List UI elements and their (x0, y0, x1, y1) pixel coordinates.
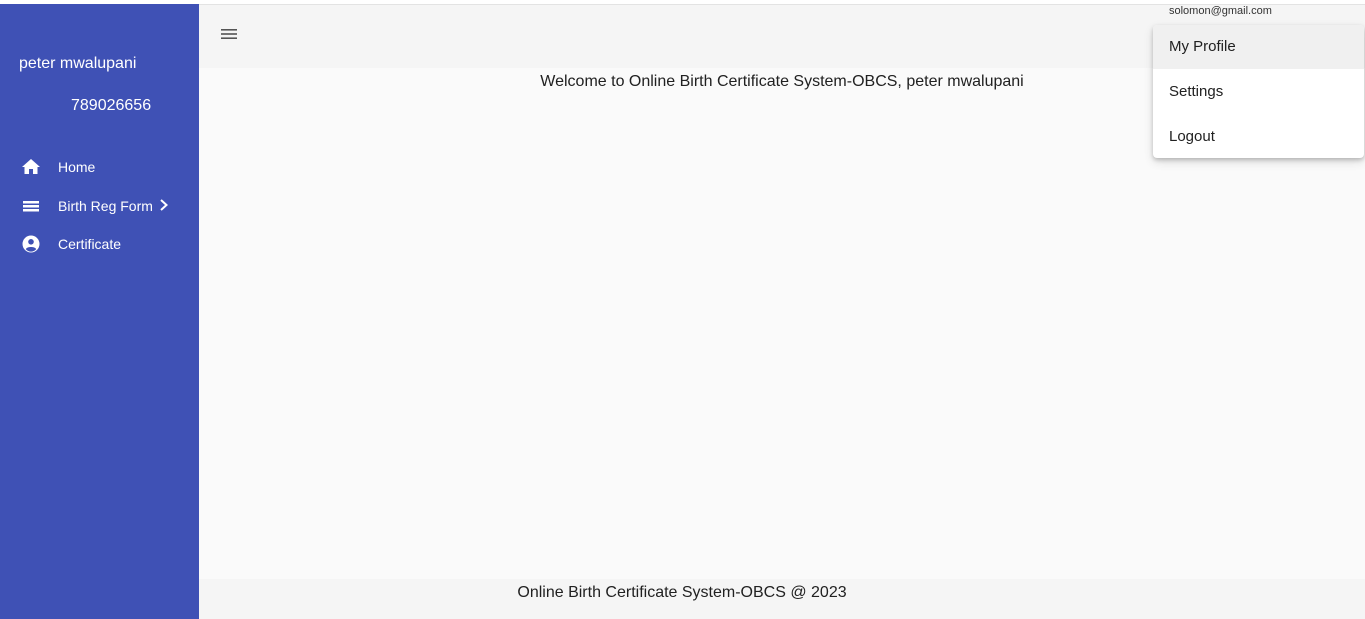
sidebar-user-name: peter mwalupani (19, 55, 137, 72)
sidebar: peter mwalupani 789026656 Home Birth Reg… (0, 4, 199, 619)
list-icon (23, 201, 39, 212)
sidebar-item-certificate[interactable]: Certificate (0, 228, 199, 260)
user-dropdown-menu: My Profile Settings Logout (1153, 25, 1364, 158)
menu-item-logout[interactable]: Logout (1153, 115, 1364, 158)
sidebar-user-phone: 789026656 (71, 97, 152, 114)
footer-text: Online Birth Certificate System-OBCS @ 2… (517, 584, 847, 601)
sidebar-item-home[interactable]: Home (0, 151, 199, 183)
menu-icon[interactable] (220, 27, 238, 41)
home-icon (22, 159, 40, 174)
sidebar-item-label: Home (58, 159, 96, 175)
menu-item-label: Settings (1169, 83, 1224, 100)
menu-item-settings[interactable]: Settings (1153, 70, 1364, 114)
footer: Online Birth Certificate System-OBCS @ 2… (199, 579, 1365, 619)
menu-item-label: Logout (1169, 128, 1215, 145)
menu-item-label: My Profile (1169, 38, 1236, 55)
sidebar-item-birth-reg-form[interactable]: Birth Reg Form (0, 190, 199, 222)
menu-item-my-profile[interactable]: My Profile (1153, 25, 1364, 69)
sidebar-item-label: Certificate (58, 236, 122, 252)
chevron-right-icon (160, 199, 168, 211)
sidebar-item-label: Birth Reg Form (58, 198, 153, 214)
user-email[interactable]: solomon@gmail.com (1169, 5, 1272, 17)
account-circle-icon (22, 235, 40, 253)
